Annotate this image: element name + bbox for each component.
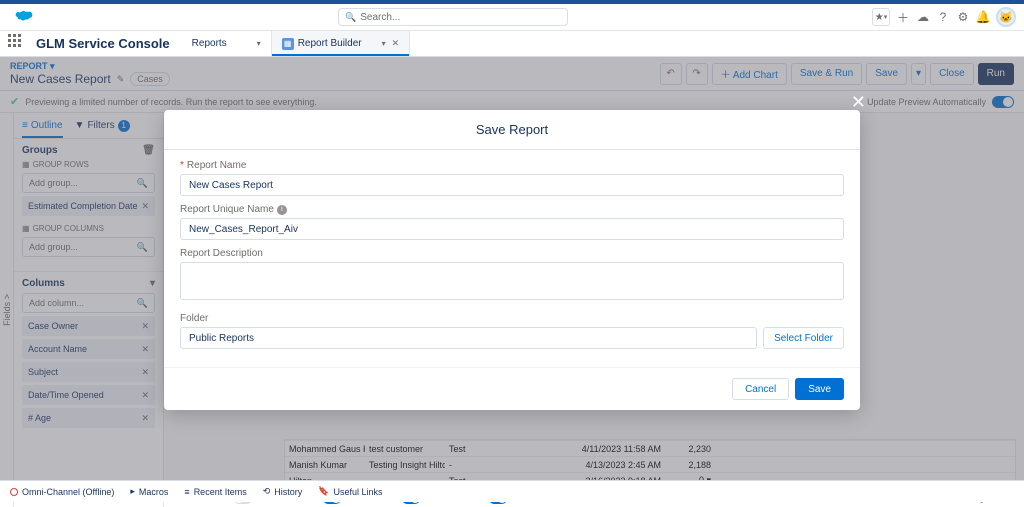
notifications-icon[interactable]: 🔔	[976, 10, 990, 24]
unique-name-label: Report Unique Name	[180, 204, 274, 215]
history-item[interactable]: ⟲History	[263, 486, 303, 497]
setup-icon[interactable]: ⚙	[956, 10, 970, 24]
help-icon[interactable]: i	[277, 205, 287, 215]
trail-icon[interactable]: ☁	[916, 10, 930, 24]
app-launcher-icon[interactable]	[8, 34, 28, 54]
useful-links-item[interactable]: 🔖Useful Links	[318, 486, 382, 497]
favorites-button[interactable]: ★▾	[872, 8, 890, 26]
status-offline-icon	[10, 488, 18, 496]
global-search[interactable]: 🔍 Search...	[338, 8, 568, 26]
plus-icon[interactable]: ＋	[896, 10, 910, 24]
app-nav: GLM Service Console Reports ▾ ▦ Report B…	[0, 31, 1024, 57]
global-header: 🔍 Search... ★▾ ＋ ☁ ? ⚙ 🔔 🐱	[0, 4, 1024, 31]
recent-items[interactable]: ≡Recent Items	[184, 487, 246, 497]
report-name-input[interactable]	[180, 174, 844, 196]
select-folder-button[interactable]: Select Folder	[763, 327, 844, 349]
help-icon[interactable]: ?	[936, 10, 950, 24]
avatar[interactable]: 🐱	[996, 7, 1016, 27]
tab-reports[interactable]: Reports ▾	[182, 31, 272, 56]
chevron-down-icon: ▾	[257, 39, 261, 48]
omni-channel-item[interactable]: Omni-Channel (Offline)	[10, 487, 114, 497]
unique-name-input[interactable]	[180, 218, 844, 240]
close-tab-icon[interactable]: ✕	[392, 38, 400, 49]
search-icon: 🔍	[345, 12, 356, 23]
folder-label: Folder	[180, 313, 208, 324]
save-modal-button[interactable]: Save	[795, 378, 844, 400]
cancel-button[interactable]: Cancel	[732, 378, 789, 400]
description-input[interactable]	[180, 262, 844, 300]
utility-bar: Omni-Channel (Offline) ▸Macros ≡Recent I…	[0, 480, 1024, 502]
report-name-label: Report Name	[187, 160, 246, 171]
chevron-down-icon: ▾	[382, 39, 386, 48]
folder-input[interactable]	[180, 327, 757, 349]
modal-title: Save Report	[164, 110, 860, 150]
description-label: Report Description	[180, 248, 263, 259]
save-report-modal: ✕ Save Report *Report Name Report Unique…	[164, 110, 860, 410]
salesforce-logo	[12, 9, 34, 25]
report-icon: ▦	[282, 38, 294, 50]
app-name: GLM Service Console	[36, 36, 170, 51]
close-modal-icon[interactable]: ✕	[851, 92, 866, 113]
tab-report-builder[interactable]: ▦ Report Builder ▾ ✕	[272, 31, 410, 56]
macros-item[interactable]: ▸Macros	[130, 486, 168, 497]
